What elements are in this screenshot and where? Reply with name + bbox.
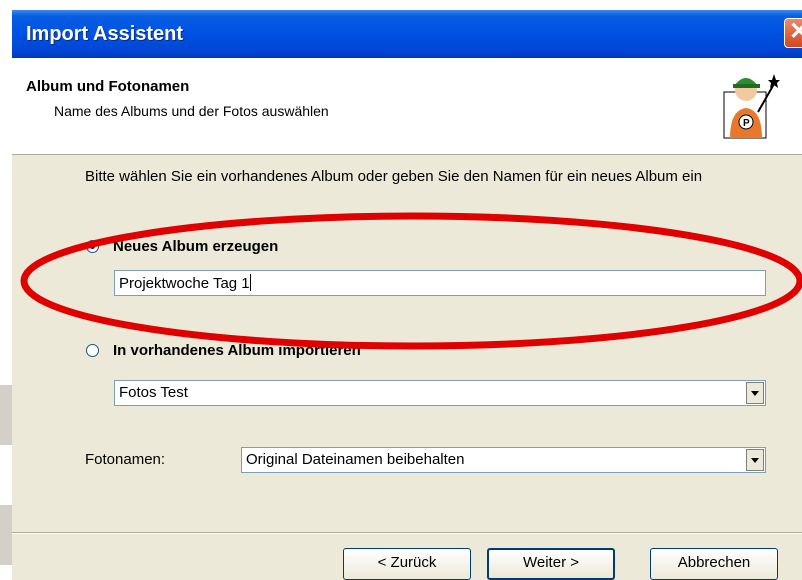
chevron-down-icon[interactable] xyxy=(746,382,764,404)
wizard-header: Album und Fotonamen Name des Albums und … xyxy=(12,58,802,155)
background-window-fragment xyxy=(0,385,12,445)
existing-album-radio[interactable] xyxy=(86,344,99,357)
new-album-label: Neues Album erzeugen xyxy=(113,238,279,255)
new-album-radio[interactable] xyxy=(86,240,99,253)
existing-album-value: Fotos Test xyxy=(119,384,188,401)
title-bar[interactable]: Import Assistent ✕ xyxy=(12,10,802,58)
close-button[interactable]: ✕ xyxy=(784,18,802,48)
new-album-name-value: Projektwoche Tag 1 xyxy=(119,275,250,292)
wizard-icon: P xyxy=(723,74,780,139)
text-caret xyxy=(249,274,251,291)
import-assistant-dialog: Import Assistent ✕ Album und Fotonamen N… xyxy=(12,10,802,580)
footer-separator xyxy=(12,532,802,534)
header-subtitle: Name des Albums und der Fotos auswählen xyxy=(54,103,329,119)
close-icon: ✕ xyxy=(788,18,802,45)
existing-album-select[interactable]: Fotos Test xyxy=(114,380,766,406)
header-title: Album und Fotonamen xyxy=(26,78,190,95)
back-button[interactable]: < Zurück xyxy=(343,548,471,580)
fotonamen-label: Fotonamen: xyxy=(85,451,166,468)
cancel-button[interactable]: Abbrechen xyxy=(650,548,778,580)
new-album-option[interactable]: Neues Album erzeugen xyxy=(86,238,278,255)
existing-album-option[interactable]: In vorhandenes Album importieren xyxy=(86,342,361,359)
svg-text:P: P xyxy=(743,118,750,129)
existing-album-label: In vorhandenes Album importieren xyxy=(113,342,361,359)
next-button[interactable]: Weiter > xyxy=(487,548,615,580)
fotonamen-select[interactable]: Original Dateinamen beibehalten xyxy=(241,447,766,473)
chevron-down-icon[interactable] xyxy=(746,449,764,471)
new-album-name-input[interactable]: Projektwoche Tag 1 xyxy=(114,270,766,296)
background-window-fragment xyxy=(0,505,12,565)
instruction-text: Bitte wählen Sie ein vorhandenes Album o… xyxy=(85,168,703,185)
fotonamen-value: Original Dateinamen beibehalten xyxy=(246,451,465,468)
window-title: Import Assistent xyxy=(26,23,184,45)
